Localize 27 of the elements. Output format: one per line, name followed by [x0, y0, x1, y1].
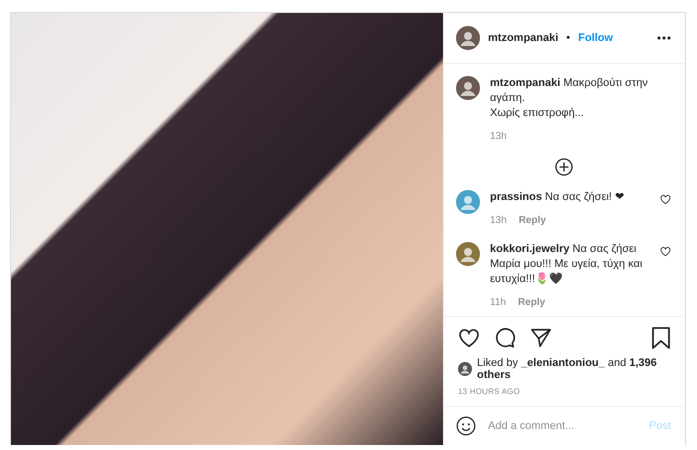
username[interactable]: mtzompanaki: [488, 32, 558, 44]
avatar-icon[interactable]: [456, 76, 480, 100]
avatar-icon[interactable]: [458, 362, 472, 376]
share-icon[interactable]: [530, 327, 552, 349]
likes-text: Liked by _eleniantoniou_ and 1,396 others: [477, 357, 658, 381]
comment-icon[interactable]: [494, 327, 516, 349]
avatar-icon[interactable]: [456, 242, 480, 266]
load-more-icon[interactable]: [554, 158, 572, 176]
reply-link[interactable]: Reply: [518, 295, 546, 310]
bookmark-icon[interactable]: [651, 327, 671, 349]
follow-link[interactable]: Follow: [578, 32, 613, 44]
like-comment-icon[interactable]: [660, 194, 671, 205]
like-icon[interactable]: [458, 327, 480, 349]
comment-time: 11h: [490, 296, 506, 310]
separator-dot: •: [566, 32, 570, 44]
more-options-icon[interactable]: [657, 36, 671, 40]
comment-text: prassinos Να σας ζήσει! ❤: [490, 190, 625, 205]
comment-input[interactable]: Add a comment...: [486, 419, 639, 433]
reply-link[interactable]: Reply: [518, 213, 546, 228]
comment-text: kokkori.jewelry Να σας ζήσει Μαρία μου!!! Με υγεία, τύχη και ευτυχία!!!🌷🖤: [490, 242, 644, 287]
caption-text: mtzompanaki Μακροβούτι στην αγάπη. Χωρίς επιστροφή...: [490, 76, 649, 121]
comment-time: 13h: [490, 214, 507, 228]
avatar-icon[interactable]: [456, 26, 480, 50]
emoji-icon[interactable]: [456, 416, 476, 436]
timestamp: 13h: [490, 130, 507, 144]
post-date: 13 HOURS AGO: [458, 387, 521, 396]
like-comment-icon[interactable]: [660, 246, 671, 257]
